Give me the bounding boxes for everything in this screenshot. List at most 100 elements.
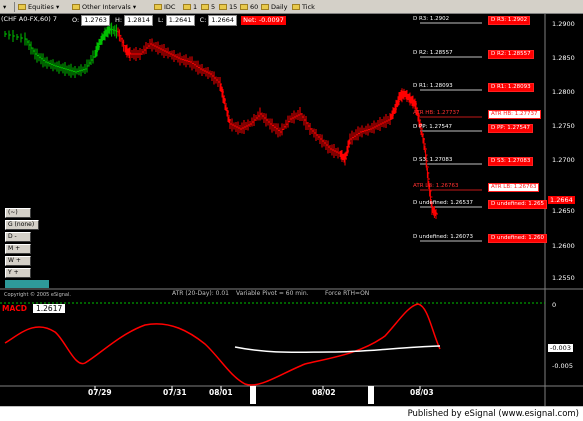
interval-icon	[154, 4, 162, 10]
atr-hb-tag: ATR HB: 1.27737	[488, 110, 541, 119]
low-value: 1.2641	[165, 15, 195, 26]
study-g-button[interactable]: G (none)	[5, 220, 39, 230]
pp-tag: D PP: 1.27547	[488, 124, 533, 133]
r2-label-text: D R2:	[413, 50, 429, 56]
last-price-tag: 1.2664	[548, 196, 575, 204]
price-axis-label: 1.2600	[552, 242, 575, 250]
r1-label-text: D R1:	[413, 83, 429, 89]
symbol-dropdown[interactable]: ▾	[3, 2, 6, 12]
symbol-title[interactable]: (CHF A0-FX,60) 7	[1, 15, 57, 24]
interval-1[interactable]: 1	[183, 2, 197, 12]
study-m-button[interactable]: M +	[5, 244, 31, 254]
atr-hb-value: 1.27737	[436, 110, 460, 116]
price-axis-label: 1.2650	[552, 207, 575, 215]
interval-icon	[183, 4, 191, 10]
price-axis-label: 1.2900	[552, 20, 575, 28]
toolbar: ▾ Equities ▾ Other Intervals ▾ IDC 1 5 1…	[0, 0, 583, 14]
net-change: Net: -0.0097	[241, 16, 286, 25]
undefined-label-2: D undefined: 1.26073	[413, 234, 473, 241]
high-label: H:	[115, 16, 123, 24]
price-bars	[4, 22, 438, 219]
r1-tag: D R1: 1.28093	[488, 83, 534, 92]
macd-axis-label: 0	[552, 301, 557, 309]
interval-15[interactable]: 15	[219, 2, 237, 12]
interval-tick[interactable]: Tick	[292, 2, 315, 12]
r1-value: 1.28093	[429, 83, 453, 89]
interval-1-label: 1	[193, 3, 198, 11]
price-axis-label: 1.2750	[552, 122, 575, 130]
study-w-button[interactable]: W +	[5, 256, 31, 266]
interval-idc[interactable]: IDC	[154, 2, 175, 12]
interval-tick-label: Tick	[302, 3, 315, 11]
close-label: C:	[199, 16, 207, 24]
s3-label-text: D S3:	[413, 157, 428, 163]
macd-label: MACD	[2, 304, 27, 313]
macd-line	[4, 303, 441, 386]
study-y-button[interactable]: Y +	[5, 268, 31, 278]
atr-lb-label-text: ATR LB:	[413, 183, 434, 189]
other-intervals-label: Other Intervals	[82, 3, 131, 11]
undefined-label-1: D undefined: 1.26537	[413, 200, 473, 207]
equities-button[interactable]: Equities ▾	[18, 2, 59, 12]
close-value: 1.2664	[208, 15, 238, 26]
s3-value: 1.27083	[429, 157, 453, 163]
footer: Published by eSignal (www.esignal.com)	[0, 406, 583, 421]
chart-window[interactable]: D R3: 1.2902 D R2: 1.28557 D R1: 1.28093…	[0, 14, 583, 406]
undefined-2-label-text: D undefined:	[413, 234, 449, 240]
interval-icon	[261, 4, 269, 10]
time-label: 08/03	[410, 388, 434, 397]
r3-label: D R3: 1.2902	[413, 16, 449, 23]
interval-5[interactable]: 5	[201, 2, 215, 12]
price-axis-label: 1.2550	[552, 274, 575, 282]
undefined-tag-2: D undefined: 1.260	[488, 234, 548, 243]
open-label: O:	[72, 16, 80, 24]
time-label: 08/01	[209, 388, 233, 397]
interval-idc-label: IDC	[164, 3, 176, 11]
study-toggle-button[interactable]: (~)	[5, 208, 31, 218]
time-label: 07/29	[88, 388, 112, 397]
toolbar-separator	[14, 2, 15, 12]
interval-icon	[292, 4, 300, 10]
study-d-button[interactable]: D -	[5, 232, 31, 242]
time-scroll-handle-end[interactable]	[368, 386, 374, 404]
price-axis-label: 1.2800	[552, 88, 575, 96]
interval-60[interactable]: 60	[240, 2, 258, 12]
r3-tag: D R3: 1.2902	[488, 16, 531, 25]
price-axis-label: 1.2850	[552, 54, 575, 62]
undefined-tag-1: D undefined: 1.265	[488, 200, 548, 209]
interval-daily-label: Daily	[271, 3, 288, 11]
pp-value: 1.27547	[429, 124, 452, 130]
time-label: 08/02	[312, 388, 336, 397]
other-intervals-button[interactable]: Other Intervals ▾	[72, 2, 136, 12]
interval-5-label: 5	[211, 3, 216, 11]
undefined-1-value: 1.26537	[450, 200, 474, 206]
time-scroll-handle[interactable]	[250, 386, 256, 404]
folder-icon	[18, 4, 26, 10]
atr-lb-tag: ATR LB: 1.26763	[488, 183, 540, 192]
net-value: -0.0097	[258, 16, 284, 24]
macd-axis-label: -0.005	[552, 362, 573, 370]
net-label: Net:	[243, 16, 257, 24]
atr-hb-label-text: ATR HB:	[413, 110, 436, 116]
atr-lb-value: 1.26763	[435, 183, 459, 189]
macd-signal-line	[234, 345, 441, 354]
macd-value-tag: -0.003	[548, 344, 573, 352]
interval-60-label: 60	[250, 3, 259, 11]
atr-lb-label: ATR LB: 1.26763	[413, 183, 458, 190]
price-chart-canvas[interactable]	[0, 14, 583, 406]
high-value: 1.2814	[124, 15, 153, 26]
undefined-2-value: 1.26073	[450, 234, 474, 240]
undefined-1-label-text: D undefined:	[413, 200, 449, 206]
interval-daily[interactable]: Daily	[261, 2, 287, 12]
pivot-info: Variable Pivot = 60 min.	[236, 290, 309, 297]
price-axis-label: 1.2700	[552, 156, 575, 164]
study-extra-button[interactable]	[5, 280, 49, 288]
s3-tag: D S3: 1.27083	[488, 157, 534, 166]
pp-label: D PP: 1.27547	[413, 124, 452, 131]
ohlc-readout: O: 1.2763 H: 1.2814 L: 1.2641 C: 1.2664 Net:…	[72, 15, 286, 26]
force-info: Force RTH=ON	[325, 290, 370, 297]
macd-value: 1.2617	[33, 304, 65, 313]
atr-info: ATR (20-Day): 0.01	[172, 290, 229, 297]
low-label: L:	[157, 16, 164, 24]
r2-tag: D R2: 1.28557	[488, 50, 534, 59]
